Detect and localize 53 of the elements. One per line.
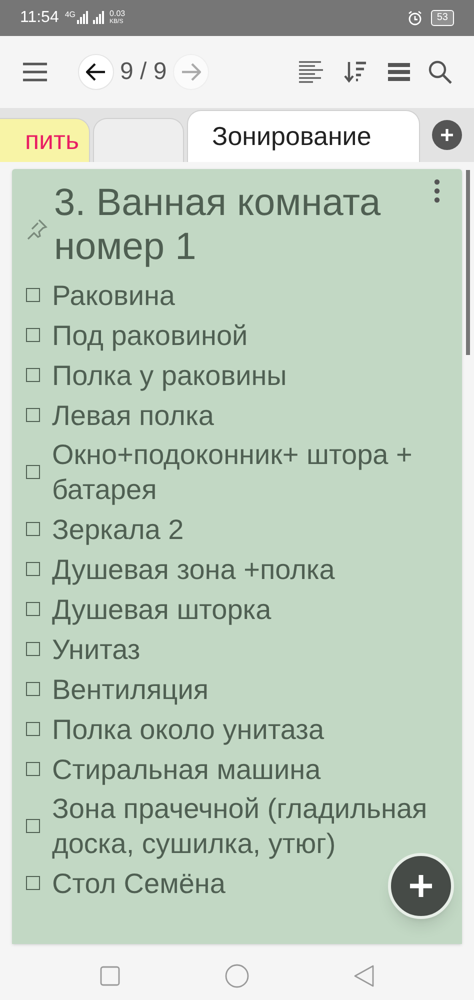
checkbox[interactable] — [26, 328, 40, 342]
checklist-item: Стиральная машина — [52, 752, 321, 786]
menu-icon[interactable] — [22, 62, 48, 82]
network-speed: 0.03 — [110, 10, 126, 18]
right-arrow-icon — [180, 63, 201, 81]
page-counter: 9 / 9 — [120, 57, 167, 87]
checkbox[interactable] — [26, 722, 40, 736]
add-tab-button[interactable] — [432, 120, 462, 150]
checklist-item: Унитаз — [52, 632, 140, 666]
battery-level: 53 — [430, 10, 454, 26]
view-icon[interactable] — [388, 62, 410, 82]
checkbox[interactable] — [26, 642, 40, 656]
checklist-item: Окно+подоконник+ штора + батарея — [52, 438, 414, 507]
tab[interactable]: пить — [0, 118, 90, 162]
checklist-item: Полка у раковины — [52, 358, 287, 392]
checkbox[interactable] — [26, 368, 40, 382]
checkbox[interactable] — [26, 562, 40, 576]
checkbox[interactable] — [26, 465, 40, 479]
back-button[interactable] — [78, 54, 114, 90]
home-icon[interactable] — [225, 964, 249, 988]
checklist-item: Душевая шторка — [52, 592, 272, 626]
checkbox[interactable] — [26, 602, 40, 616]
back-icon[interactable] — [354, 964, 374, 986]
checklist-item: Зона прачечной (гладильная доска, сушилка, утюг) — [52, 792, 428, 861]
network-type: 4G — [64, 9, 76, 21]
status-time: 11:54 — [20, 8, 59, 28]
plus-icon — [440, 128, 454, 142]
checklist-item: Левая полка — [52, 398, 214, 432]
checklist-item: Раковина — [52, 278, 176, 312]
checkbox[interactable] — [26, 876, 40, 890]
checkbox[interactable] — [26, 762, 40, 776]
checkbox[interactable] — [26, 288, 40, 302]
checklist-item: Под раковиной — [52, 318, 248, 352]
checklist-item: Зеркала 2 — [52, 512, 184, 546]
checkbox[interactable] — [26, 682, 40, 696]
sort-icon[interactable] — [344, 60, 368, 84]
signal-icon — [76, 11, 107, 25]
checkbox[interactable] — [26, 408, 40, 422]
checklist-item: Душевая зона +полка — [52, 552, 335, 586]
alarm-icon — [406, 10, 423, 26]
search-icon[interactable] — [428, 60, 452, 84]
checkbox[interactable] — [26, 522, 40, 536]
tab[interactable]: Зонирование — [187, 110, 420, 162]
recent-apps-icon[interactable] — [100, 966, 120, 986]
text-align-icon[interactable] — [298, 60, 324, 84]
checklist-item: Вентиляция — [52, 672, 209, 706]
checkbox[interactable] — [26, 819, 40, 833]
note-title: 3. Ванная комната номер 1 — [54, 181, 382, 269]
left-arrow-icon — [86, 63, 106, 81]
checklist-item: Полка около унитаза — [52, 712, 324, 746]
checklist-item: Стол Семёна — [52, 866, 226, 900]
more-icon[interactable] — [434, 179, 440, 203]
plus-icon — [409, 874, 433, 898]
